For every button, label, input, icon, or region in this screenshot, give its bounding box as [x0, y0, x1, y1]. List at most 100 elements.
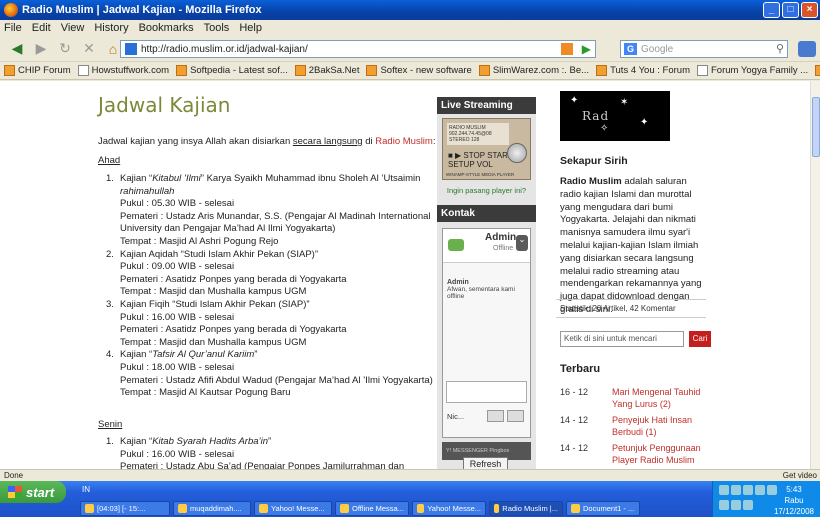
recent-post-link[interactable]: Petunjuk Penggunaan Player Radio Muslim	[612, 443, 701, 465]
player-screen: RADIO MUSLIM 902.244.74.45@08 STEREO 128	[447, 123, 509, 145]
bookmark-item[interactable]: CHIP Forum	[4, 65, 71, 76]
status-bar: Done Get video	[0, 469, 820, 481]
taskbar-button[interactable]: Yahoo! Messe...	[254, 501, 332, 516]
bookmark-item[interactable]: Forum Yogya Family ...	[697, 65, 808, 76]
kajian-item: 4. Kajian “Tafsir Al Qur’anul Kariim” Puku…	[106, 349, 436, 399]
tray-icon[interactable]	[731, 485, 741, 495]
rss-icon[interactable]	[561, 43, 573, 55]
menu-help[interactable]: Help	[239, 22, 262, 34]
close-button[interactable]: ×	[801, 2, 818, 18]
secara-langsung-link[interactable]: secara langsung	[293, 136, 363, 147]
clock[interactable]: 5:43 Rabu 17/12/2008	[774, 484, 814, 517]
clock-date: 17/12/2008	[773, 507, 814, 516]
chevron-down-icon[interactable]: ⌄	[516, 235, 528, 251]
tray-icon[interactable]	[743, 500, 753, 510]
kajian-line: Tempat : Masjid Al Ashri Pogung Rejo	[120, 235, 279, 247]
pingbox-message-input[interactable]	[446, 381, 527, 403]
pingbox-header: Admin Offline ⌄	[443, 229, 530, 263]
sekapur-bold: Radio Muslim	[560, 176, 622, 187]
toolbar-extension-icon[interactable]	[798, 41, 816, 57]
magnifier-icon[interactable]: ⚲	[776, 42, 784, 55]
kajian-line: Kajian “Kitabul ’Ilmi” Karya Syaikh Muha…	[120, 173, 421, 184]
tray-icons	[719, 485, 779, 513]
minimize-button[interactable]: _	[763, 2, 780, 18]
streaming-player[interactable]: RADIO MUSLIM 902.244.74.45@08 STEREO 128…	[442, 118, 531, 180]
sekapur-sirih-heading: Sekapur Sirih	[560, 155, 628, 167]
taskbar-button[interactable]: muqaddimah....	[173, 501, 251, 516]
recent-post-link[interactable]: Mari Mengenal Tauhid Yang Lurus (2)	[612, 387, 700, 409]
forward-button[interactable]: ▶	[30, 39, 52, 59]
taskbar-button-label: Offline Messa...	[352, 504, 404, 513]
search-box[interactable]: G Google ⚲	[620, 40, 788, 58]
taskbar-button[interactable]: [04:03] [- 15:...	[80, 501, 170, 516]
pingbox-send-button[interactable]	[507, 410, 524, 422]
item-number: 1.	[106, 436, 114, 447]
url-bar[interactable]: http://radio.muslim.or.id/jadwal-kajian/…	[120, 40, 596, 58]
app-icon	[85, 504, 94, 513]
pingbox-status: Offline	[493, 245, 514, 252]
go-icon[interactable]: ▶	[582, 42, 591, 56]
player-install-link[interactable]: Ingin pasang player ini?	[437, 186, 536, 195]
tray-icon[interactable]	[743, 485, 753, 495]
tray-icon[interactable]	[755, 485, 765, 495]
sidebar-widgets: Live Streaming RADIO MUSLIM 902.244.74.4…	[437, 97, 536, 469]
intro-text: Jadwal kajian yang insya Allah akan disi…	[98, 136, 438, 147]
tray-icon[interactable]	[719, 485, 729, 495]
stop-button[interactable]: ✕	[78, 39, 100, 59]
terbaru-list: 16 - 12 Mari Mengenal Tauhid Yang Lurus (…	[560, 386, 716, 469]
taskbar-button[interactable]: Document1 - ...	[566, 501, 640, 516]
language-indicator[interactable]: IN	[82, 485, 90, 494]
kajian-item: 1. Kajian “Kitab Syarah Hadits Arba’in” Pu…	[106, 436, 436, 469]
back-button[interactable]: ◀	[6, 39, 28, 59]
logo-text: Rad	[582, 109, 610, 123]
menu-edit[interactable]: Edit	[32, 22, 51, 34]
bookmark-item[interactable]: 2BakSa.Net	[294, 65, 359, 76]
pingbox-nick[interactable]: Nic...	[447, 412, 464, 421]
taskbar-button[interactable]: Yahoo! Messe...	[412, 501, 486, 516]
taskbar: start IN [04:03] [- 15:... muqaddimah....…	[0, 481, 820, 517]
item-number: 4.	[106, 349, 114, 361]
bookmark-item[interactable]: SlimWarez.com :. Be...	[478, 65, 589, 76]
menu-history[interactable]: History	[94, 22, 128, 34]
kajian-line: Pemateri : Asatidz Ponpes yang berada di…	[120, 273, 347, 285]
folder-icon	[294, 65, 306, 76]
reload-button[interactable]: ↻	[54, 39, 76, 59]
search-placeholder: Google	[641, 43, 674, 55]
bookmark-item[interactable]: Tuts 4 You : Forum	[596, 65, 690, 76]
day-heading-ahad: Ahad	[98, 155, 121, 166]
menu-tools[interactable]: Tools	[204, 22, 230, 34]
firefox-icon	[4, 3, 18, 17]
kajian-line: Kajian Fiqih “Studi Islam Akhir Pekan (S…	[120, 298, 310, 310]
tray-icon[interactable]	[731, 500, 741, 510]
menu-view[interactable]: View	[61, 22, 85, 34]
bookmark-item[interactable]: Softpedia - Latest sof...	[176, 65, 288, 76]
taskbar-button[interactable]: Radio Muslim |...	[489, 501, 563, 516]
kajian-line: Kajian Aqidah “Studi Islam Akhir Pekan (…	[120, 248, 319, 260]
volume-knob-icon[interactable]	[507, 143, 527, 163]
refresh-button[interactable]: Refresh	[463, 457, 508, 469]
scrollbar-thumb[interactable]	[812, 97, 820, 157]
search-input[interactable]: Ketik di sini untuk mencari	[560, 331, 684, 347]
get-video-button[interactable]: Get video	[783, 470, 817, 481]
kajian-line: rahimahullah	[120, 185, 175, 197]
start-button[interactable]: start	[0, 481, 66, 503]
bookmark-item[interactable]: Howstuffwork.com	[77, 65, 169, 76]
menu-bookmarks[interactable]: Bookmarks	[139, 22, 194, 34]
day-heading-senin: Senin	[98, 419, 123, 430]
start-label: start	[26, 484, 55, 500]
windows-flag-icon	[8, 486, 22, 498]
recent-post-link[interactable]: Penyejuk Hati Insan Berbudi (1)	[612, 415, 692, 437]
bookmark-item[interactable]: eu-warez.NET	[815, 65, 820, 76]
kajian-line: Pemateri : Ustadz Abu Sa’ad (Pengajar Po…	[120, 461, 405, 469]
menubar: File Edit View History Bookmarks Tools H…	[0, 20, 820, 36]
search-button[interactable]: Cari	[689, 331, 711, 347]
bookmark-item[interactable]: Softex - new software	[366, 65, 472, 76]
maximize-button[interactable]: □	[782, 2, 799, 18]
taskbar-button[interactable]: Offline Messa...	[335, 501, 409, 516]
tray-icon[interactable]	[719, 500, 729, 510]
vertical-scrollbar[interactable]	[810, 81, 820, 469]
pingbox-emoticon-button[interactable]	[487, 410, 504, 422]
kajian-item: 3. Kajian Fiqih “Studi Islam Akhir Pekan …	[106, 299, 436, 349]
radio-muslim-link[interactable]: Radio Muslim	[375, 136, 433, 147]
menu-file[interactable]: File	[4, 22, 22, 34]
